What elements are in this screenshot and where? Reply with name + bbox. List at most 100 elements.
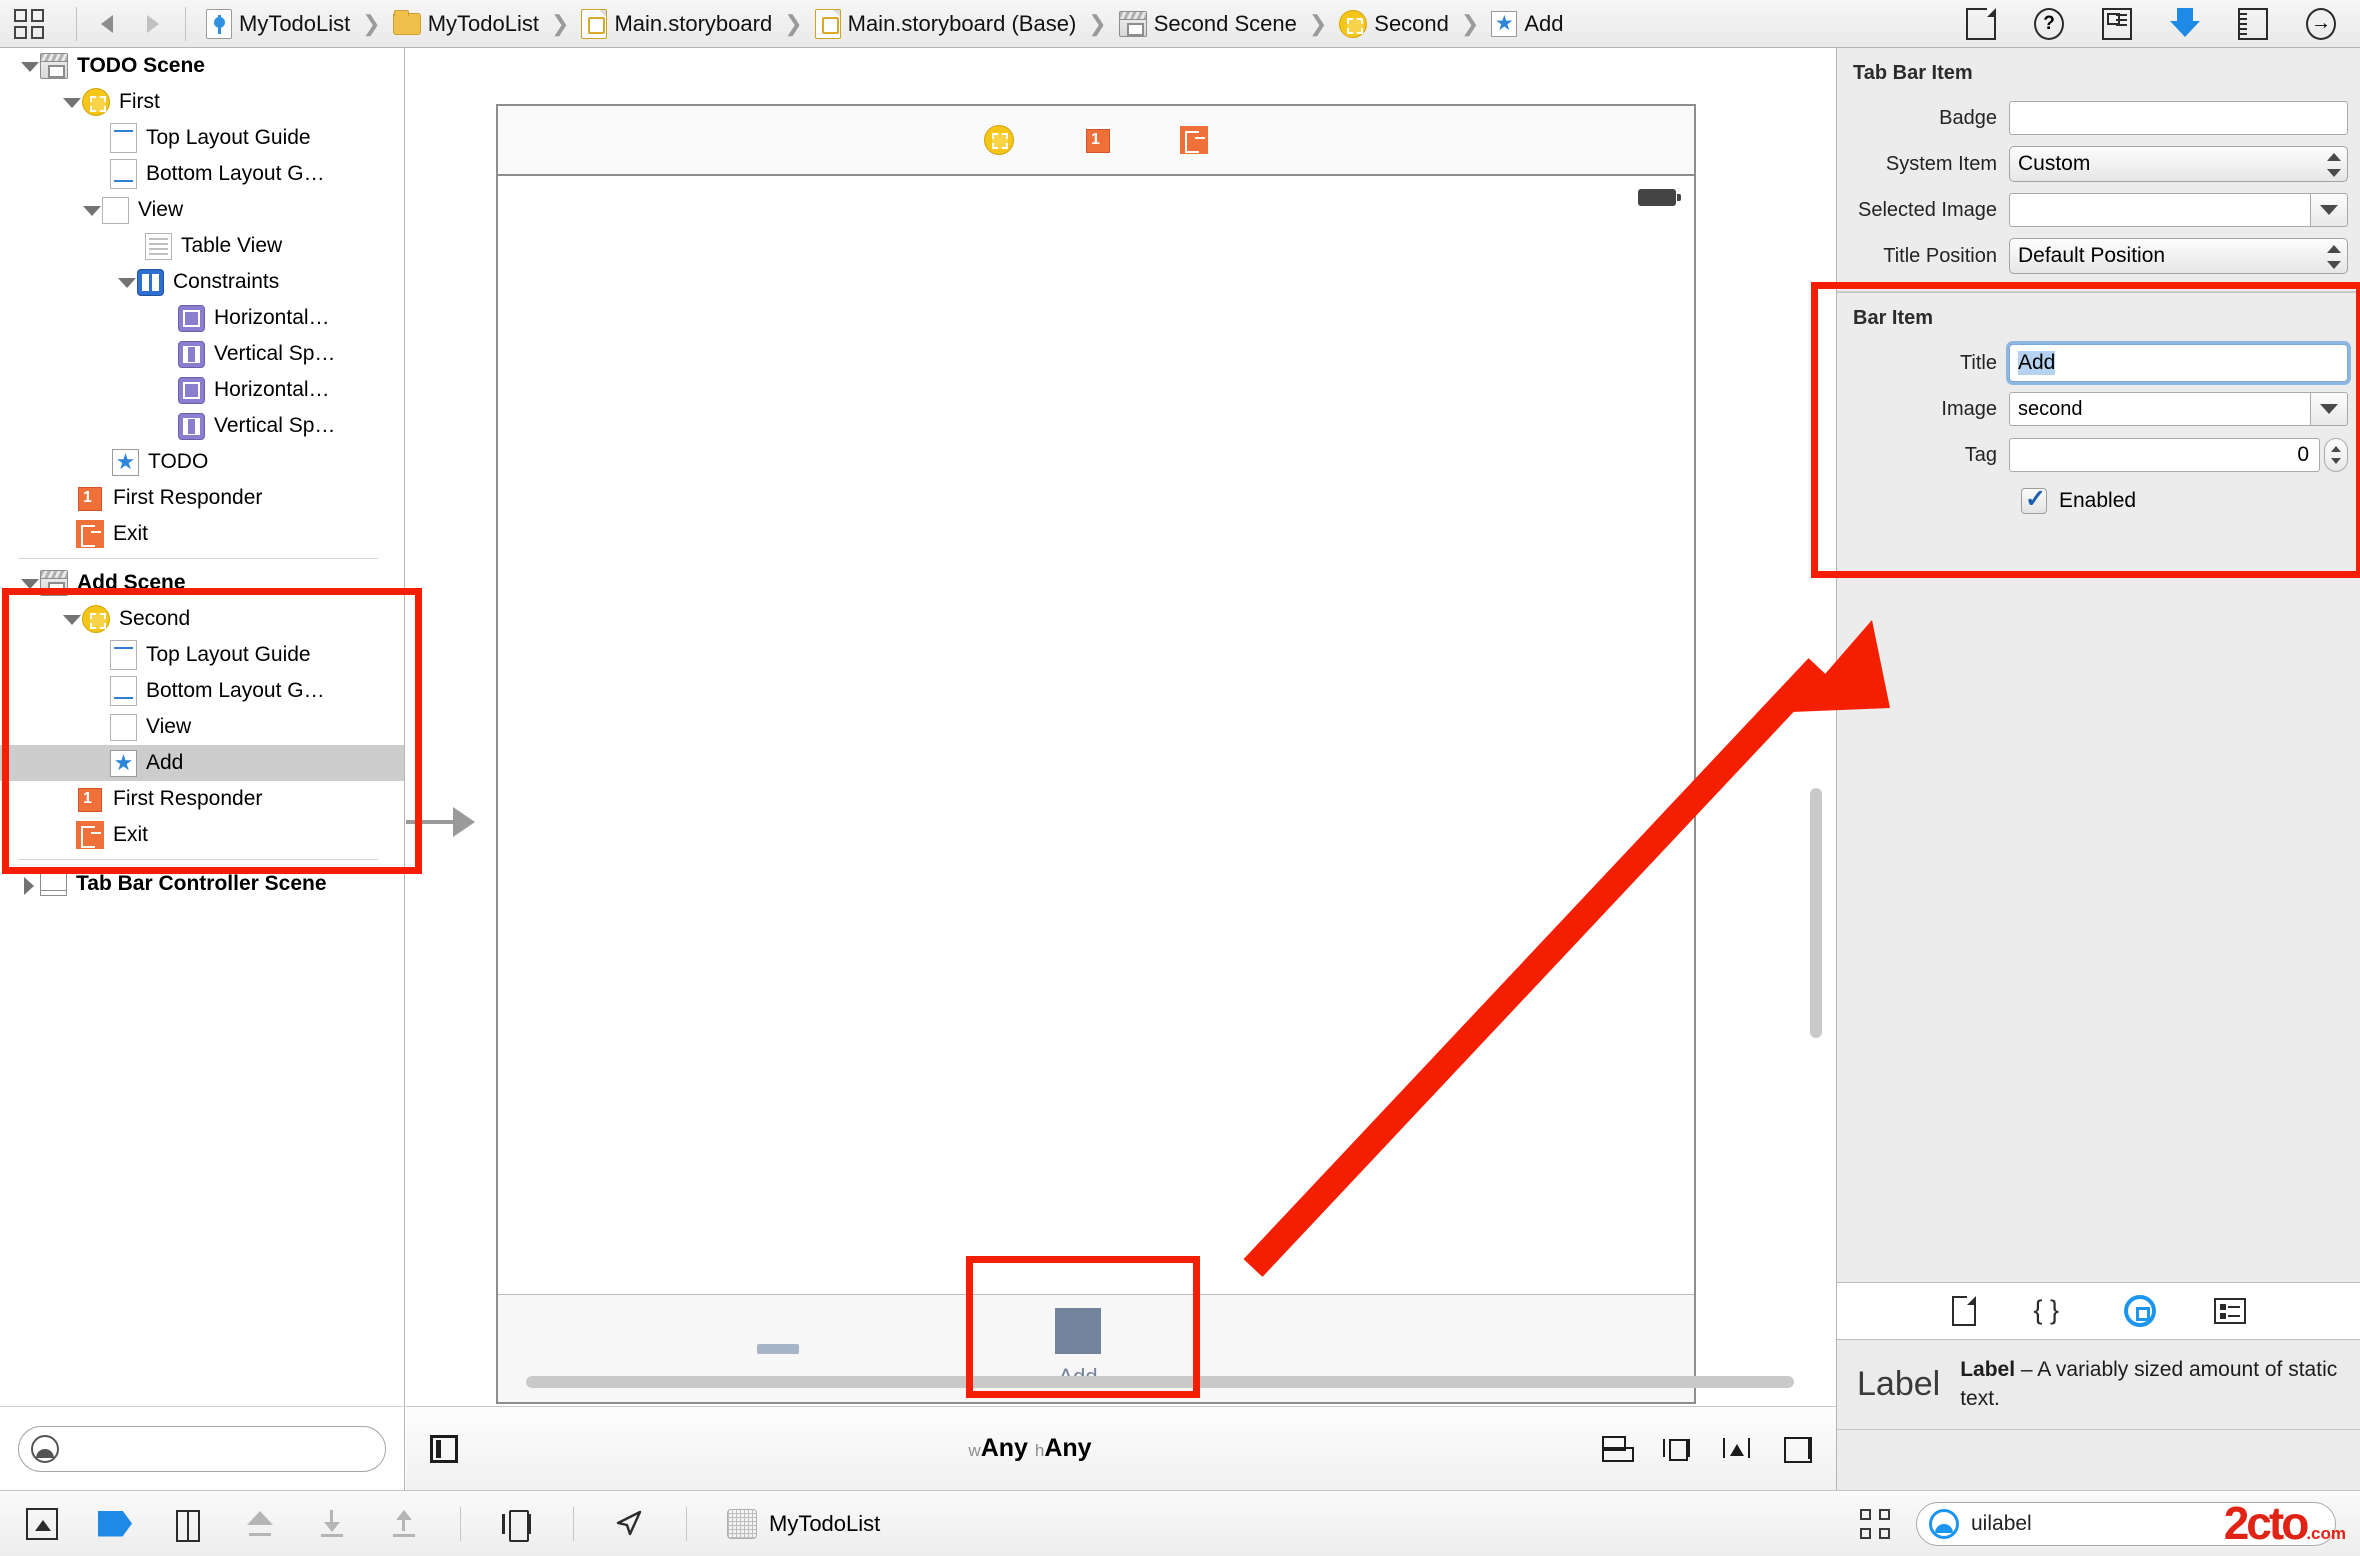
view-controller-scene[interactable]: 1 Add (496, 104, 1696, 1404)
outline-row-constraint[interactable]: Vertical Sp… (0, 408, 404, 444)
system-item-popup[interactable]: Custom (2009, 146, 2348, 182)
attributes-inspector-icon[interactable] (2170, 7, 2200, 40)
disclosure-triangle-icon[interactable] (80, 199, 102, 221)
outline-row-first-responder[interactable]: 1 First Responder (0, 480, 404, 516)
document-outline-toggle-icon[interactable] (430, 1434, 458, 1463)
breadcrumb-item-storyboard-base[interactable]: Main.storyboard (Base) (814, 0, 1076, 47)
view-controller-icon[interactable] (984, 125, 1014, 155)
selected-image-combo[interactable] (2009, 193, 2348, 227)
outline-row-table-view[interactable]: Table View (0, 228, 404, 264)
chevron-down-icon[interactable] (2310, 193, 2348, 227)
breadcrumb-item-view-controller[interactable]: Second (1339, 0, 1449, 47)
outline-filter-field[interactable] (18, 1425, 386, 1472)
first-responder-icon[interactable]: 1 (1082, 125, 1112, 155)
step-over-icon[interactable] (244, 1508, 276, 1540)
enabled-checkbox-row[interactable]: Enabled (1837, 478, 2360, 524)
continue-execution-icon[interactable] (98, 1510, 132, 1537)
outline-row-add-scene[interactable]: Add Scene (0, 565, 404, 601)
identity-inspector-icon[interactable] (2102, 7, 2132, 40)
step-out-icon[interactable] (388, 1508, 420, 1540)
disclosure-triangle-icon[interactable] (18, 873, 40, 895)
storyboard-canvas[interactable]: 1 Add (406, 48, 1836, 1406)
pin-button-icon[interactable] (1662, 1434, 1692, 1464)
document-outline[interactable]: TODO Scene First Top Layout Guide Bottom… (0, 48, 405, 1406)
chevron-down-icon[interactable] (2310, 392, 2348, 426)
outline-row-constraint[interactable]: Horizontal… (0, 300, 404, 336)
outline-row-todo-item[interactable]: TODO (0, 444, 404, 480)
title-position-popup[interactable]: Default Position (2009, 238, 2348, 274)
breadcrumb-item-bar-item[interactable]: Add (1491, 0, 1563, 47)
breadcrumb-item-project[interactable]: MyTodoList (206, 0, 350, 47)
canvas-horizontal-scrollbar[interactable] (526, 1376, 1794, 1388)
breadcrumb-item-scene[interactable]: Second Scene (1118, 0, 1297, 47)
simulate-location-icon[interactable] (614, 1508, 646, 1540)
outline-row-first[interactable]: First (0, 84, 404, 120)
size-class-indicator[interactable]: wAny hAny (458, 1434, 1602, 1463)
disclosure-triangle-icon[interactable] (18, 55, 40, 77)
object-description-text: Label – A variably sized amount of stati… (1960, 1356, 2340, 1413)
outline-row-bottom-layout-guide[interactable]: Bottom Layout G… (0, 673, 404, 709)
canvas-vertical-scrollbar[interactable] (1810, 788, 1822, 1038)
exit-icon[interactable] (1180, 126, 1208, 154)
breadcrumb-item-folder[interactable]: MyTodoList (392, 0, 539, 47)
outline-row-tab-bar-controller-scene[interactable]: Tab Bar Controller Scene (0, 866, 404, 902)
size-class-w-value: Any (980, 1434, 1028, 1462)
outline-row-view[interactable]: View (0, 709, 404, 745)
stepper-arrows-icon[interactable] (2324, 438, 2348, 472)
view-canvas[interactable] (498, 218, 1694, 1294)
pause-icon[interactable] (172, 1508, 204, 1542)
outline-row-exit[interactable]: Exit (0, 516, 404, 552)
outline-row-constraint[interactable]: Horizontal… (0, 372, 404, 408)
title-position-value: Default Position (2018, 244, 2166, 267)
quick-help-icon[interactable]: ? (2034, 7, 2064, 40)
attributes-inspector[interactable]: Tab Bar Item Badge System Item Custom Se… (1836, 48, 2360, 1490)
object-library-icon[interactable] (2123, 1295, 2156, 1327)
bottom-toolbar: MyTodoList uilabel 2cto.com (0, 1490, 2360, 1556)
resizing-behavior-icon[interactable] (1782, 1434, 1812, 1464)
disclosure-triangle-icon[interactable] (18, 572, 40, 594)
outline-row-bottom-layout-guide[interactable]: Bottom Layout G… (0, 156, 404, 192)
outline-row-top-layout-guide[interactable]: Top Layout Guide (0, 120, 404, 156)
debug-process-item[interactable]: MyTodoList (727, 1508, 880, 1539)
outline-row-view[interactable]: View (0, 192, 404, 228)
align-button-icon[interactable] (1602, 1434, 1634, 1464)
size-inspector-icon[interactable] (2238, 7, 2268, 40)
disclosure-triangle-icon[interactable] (115, 271, 137, 293)
breadcrumb-label: MyTodoList (427, 10, 539, 36)
editor-layout-icon[interactable] (14, 7, 48, 41)
title-input[interactable]: Add (2009, 344, 2348, 382)
image-value[interactable]: second (2009, 392, 2310, 426)
navigate-forward-button[interactable] (137, 9, 167, 39)
outline-row-second[interactable]: Second (0, 601, 404, 637)
enabled-checkbox[interactable] (2021, 484, 2047, 514)
outline-row-add-item[interactable]: Add (0, 745, 404, 781)
connections-inspector-icon[interactable]: → (2306, 7, 2336, 40)
outline-row-top-layout-guide[interactable]: Top Layout Guide (0, 637, 404, 673)
step-into-icon[interactable] (316, 1508, 348, 1540)
file-inspector-icon[interactable] (1966, 7, 1996, 40)
title-label: Title (1959, 351, 1997, 374)
breadcrumb-item-storyboard[interactable]: Main.storyboard (581, 0, 772, 47)
media-library-icon[interactable] (2213, 1298, 2246, 1324)
outline-row-first-responder[interactable]: 1 First Responder (0, 781, 404, 817)
outline-row-constraint[interactable]: Vertical Sp… (0, 336, 404, 372)
debug-view-hierarchy-icon[interactable] (501, 1508, 533, 1542)
file-template-library-icon[interactable] (1951, 1296, 1976, 1326)
outline-row-todo-scene[interactable]: TODO Scene (0, 48, 404, 84)
selected-image-value[interactable] (2009, 193, 2310, 227)
code-snippet-library-icon[interactable]: { } (2034, 1295, 2066, 1327)
outline-row-constraints[interactable]: Constraints (0, 264, 404, 300)
image-combo[interactable]: second (2009, 392, 2348, 426)
titlebar: MyTodoList ❯ MyTodoList ❯ Main.storyboar… (0, 0, 2360, 48)
badge-input[interactable] (2009, 101, 2348, 135)
disclosure-triangle-icon[interactable] (60, 608, 82, 630)
image-label: Image (1941, 397, 1997, 420)
outline-row-exit[interactable]: Exit (0, 817, 404, 853)
tag-stepper[interactable]: 0 (2009, 438, 2348, 472)
tag-value[interactable]: 0 (2009, 438, 2320, 472)
disclosure-triangle-icon[interactable] (60, 91, 82, 113)
library-grid-icon[interactable] (1860, 1508, 1890, 1539)
show-debug-area-icon[interactable] (26, 1507, 58, 1540)
navigate-back-button[interactable] (95, 9, 125, 39)
resolve-autolayout-issues-icon[interactable] (1722, 1434, 1752, 1464)
